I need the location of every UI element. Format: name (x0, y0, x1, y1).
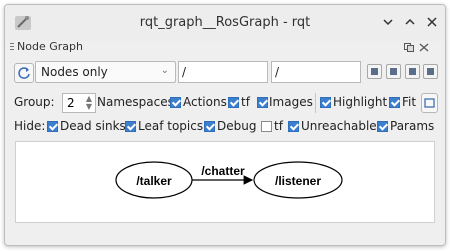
minimize-button[interactable] (379, 13, 397, 31)
fit-in-view-button[interactable] (421, 93, 438, 113)
debug-checkbox[interactable] (204, 121, 215, 132)
close-dock-icon[interactable] (419, 43, 429, 52)
namespace-filter-input[interactable]: / (178, 61, 268, 83)
refresh-icon (18, 67, 30, 79)
close-button[interactable] (423, 13, 441, 31)
params-checkbox[interactable] (377, 121, 388, 132)
save-dot-button[interactable] (386, 64, 401, 79)
hide-label: Hide: (14, 119, 46, 133)
status-bar (15, 229, 435, 241)
rqt-window: rqt_graph__RosGraph - rqt Node Graph Nod… (4, 4, 446, 246)
actions-label: Actions (183, 95, 227, 109)
save-image-button[interactable] (423, 64, 438, 79)
maximize-button[interactable] (401, 13, 419, 31)
leaf-topics-checkbox[interactable] (125, 121, 136, 132)
unreachable-label: Unreachable (301, 119, 377, 133)
separator (315, 93, 316, 113)
debug-label: Debug (217, 119, 257, 133)
params-label: Params (390, 119, 435, 133)
zoom-fit-icon (424, 98, 435, 108)
actions-checkbox[interactable] (170, 97, 181, 108)
group-spinbox[interactable]: 2 ▲ ▼ (62, 93, 96, 113)
group-value: 2 (67, 96, 75, 110)
images-checkbox[interactable] (257, 97, 268, 108)
unreachable-checkbox[interactable] (288, 121, 299, 132)
graph-canvas[interactable]: /talker /listener /chatter (15, 141, 435, 223)
close-icon (427, 17, 437, 27)
group-label: Group: (14, 95, 55, 109)
graph-mode-value: Nodes only (41, 65, 108, 79)
dock-grip-icon[interactable] (10, 43, 14, 52)
hide-tf-label: tf (274, 119, 283, 133)
graph-node-talker-label: /talker (136, 174, 172, 188)
images-label: Images (269, 95, 313, 109)
chevron-down-icon: ⌄ (160, 65, 169, 76)
highlight-label: Highlight (333, 95, 388, 109)
dock-title: Node Graph (17, 40, 83, 53)
refresh-button[interactable] (14, 63, 34, 83)
topic-filter-input[interactable]: / (271, 61, 361, 83)
fit-label: Fit (402, 95, 417, 109)
ros-graph: /talker /listener /chatter (115, 161, 343, 199)
tf-label: tf (241, 95, 250, 109)
dock-title-bar[interactable]: Node Graph (5, 40, 445, 55)
dead-sinks-label: Dead sinks (60, 119, 126, 133)
spin-arrows-icon[interactable]: ▲ ▼ (86, 95, 92, 111)
highlight-checkbox[interactable] (320, 97, 331, 108)
save-svg-button[interactable] (405, 64, 420, 79)
chevron-down-icon (383, 19, 393, 26)
fit-checkbox[interactable] (389, 97, 400, 108)
leaf-topics-label: Leaf topics (138, 119, 204, 133)
float-dock-icon[interactable] (404, 43, 414, 52)
load-dot-button[interactable] (367, 64, 382, 79)
tf-checkbox[interactable] (228, 97, 239, 108)
chevron-up-icon (405, 18, 415, 25)
graph-node-listener-label: /listener (275, 174, 321, 188)
dead-sinks-checkbox[interactable] (47, 121, 58, 132)
namespaces-label: Namespaces (97, 95, 174, 109)
title-bar[interactable]: rqt_graph__RosGraph - rqt (5, 5, 445, 41)
graph-mode-select[interactable]: Nodes only ⌄ (35, 61, 176, 83)
hide-tf-checkbox[interactable] (261, 121, 272, 132)
graph-edge-label: /chatter (201, 164, 245, 178)
